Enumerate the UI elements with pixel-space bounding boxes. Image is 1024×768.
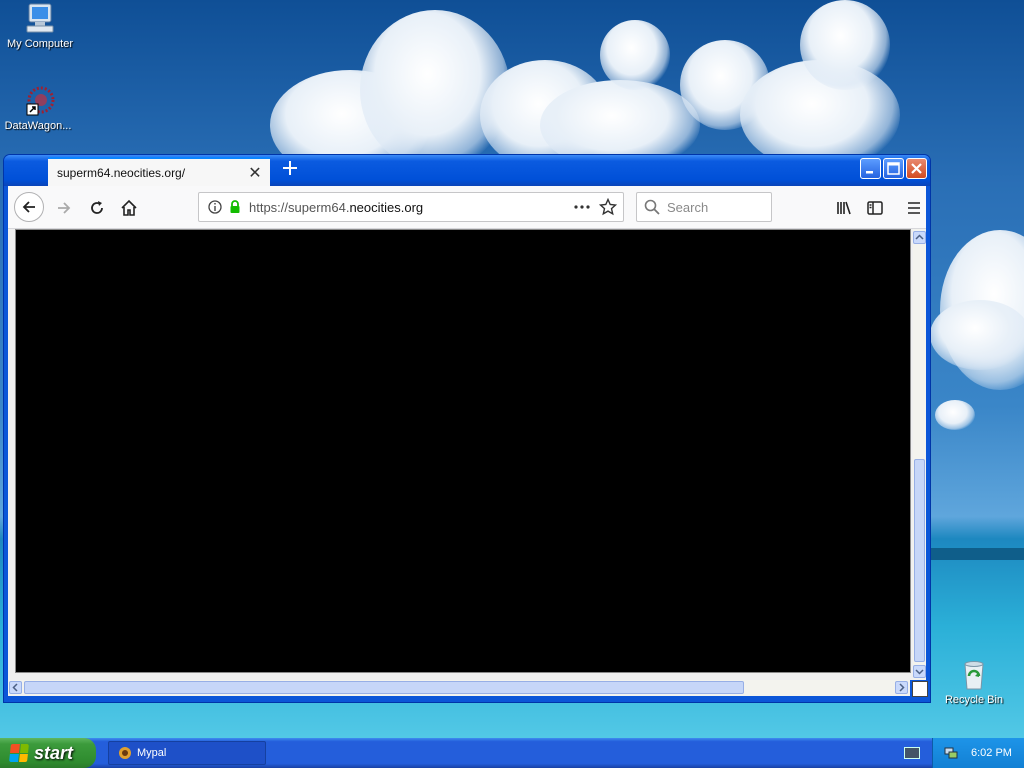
scroll-left-button[interactable]	[9, 681, 22, 694]
desktop-icon-label: DataWagon...	[4, 120, 72, 132]
back-button[interactable]	[14, 192, 44, 222]
minimize-button[interactable]	[860, 158, 881, 179]
desktop-icon-recycle-bin[interactable]: Recycle Bin	[934, 658, 1014, 706]
start-button[interactable]: start	[0, 738, 96, 768]
scroll-up-button[interactable]	[913, 231, 926, 244]
maximize-button[interactable]	[883, 158, 904, 179]
search-icon	[644, 199, 660, 215]
info-icon[interactable]	[207, 199, 223, 215]
title-bar[interactable]: superm64.neocities.org/ ✕	[4, 155, 930, 186]
chevron-down-icon	[915, 669, 924, 675]
lock-icon[interactable]	[227, 199, 243, 215]
network-icon[interactable]	[943, 745, 959, 761]
keyboard-icon[interactable]	[904, 747, 920, 759]
sidebar-icon	[867, 201, 883, 215]
desktop-icon-my-computer[interactable]: My Computer	[0, 2, 80, 50]
star-icon[interactable]	[599, 198, 617, 216]
search-bar[interactable]	[636, 192, 772, 222]
chevron-up-icon	[915, 234, 924, 240]
plus-icon	[283, 161, 297, 175]
back-arrow-icon	[22, 201, 35, 213]
page-content	[8, 229, 926, 680]
search-input[interactable]	[665, 198, 759, 216]
horizontal-scroll-thumb[interactable]	[24, 681, 744, 694]
taskbar: start Mypal 6:02 PM	[0, 738, 1024, 768]
url-text[interactable]: https://superm64.neocities.org	[249, 200, 573, 215]
chevron-right-icon	[899, 683, 905, 692]
mypal-app-icon	[119, 747, 131, 759]
taskbar-item-mypal[interactable]: Mypal	[108, 741, 266, 765]
home-button[interactable]	[115, 194, 143, 222]
minimize-icon	[866, 171, 873, 174]
forward-arrow-icon	[58, 202, 71, 214]
scroll-right-button[interactable]	[895, 681, 908, 694]
horizontal-scrollbar[interactable]	[8, 680, 910, 696]
library-icon	[837, 201, 851, 215]
close-icon	[911, 163, 922, 174]
system-tray: 6:02 PM	[932, 738, 1024, 768]
ellipsis-icon[interactable]	[573, 199, 591, 215]
vertical-scrollbar[interactable]	[913, 229, 926, 680]
library-button[interactable]	[830, 194, 858, 222]
url-domain: neocities.org	[349, 199, 424, 215]
scrollbar-corner	[912, 681, 928, 697]
start-label: start	[34, 742, 74, 763]
datawagon-shortcut-icon	[21, 84, 55, 118]
home-icon	[121, 199, 137, 216]
desktop-icon-label: My Computer	[6, 38, 74, 50]
close-button[interactable]	[906, 158, 927, 179]
url-prefix: https://superm64.	[249, 199, 350, 215]
menu-button[interactable]	[900, 194, 928, 222]
new-tab-button[interactable]	[278, 158, 302, 182]
hamburger-menu-icon	[908, 202, 920, 214]
forward-button[interactable]	[50, 194, 78, 222]
nav-toolbar: https://superm64.neocities.org	[8, 186, 926, 229]
scroll-down-button[interactable]	[913, 665, 926, 678]
my-computer-icon	[23, 2, 57, 36]
sidebar-button[interactable]	[861, 194, 889, 222]
maximize-icon	[887, 162, 900, 175]
clock[interactable]: 6:02 PM	[971, 747, 1012, 759]
tab-active[interactable]: superm64.neocities.org/ ✕	[48, 157, 270, 186]
reload-icon	[91, 201, 103, 214]
url-bar[interactable]: https://superm64.neocities.org	[198, 192, 624, 222]
vertical-scroll-thumb[interactable]	[914, 459, 925, 662]
chevron-left-icon	[12, 683, 18, 692]
tab-close-icon[interactable]: ✕	[244, 163, 266, 183]
desktop-icon-datawagon[interactable]: DataWagon...	[0, 84, 78, 132]
page-viewport-black[interactable]	[15, 229, 911, 673]
windows-logo-icon	[9, 744, 29, 762]
desktop-icon-label: Recycle Bin	[944, 694, 1004, 706]
taskbar-item-label: Mypal	[137, 747, 167, 759]
reload-button[interactable]	[83, 194, 111, 222]
tab-title: superm64.neocities.org/	[57, 165, 186, 180]
browser-window: superm64.neocities.org/ ✕ https://superm…	[4, 155, 930, 702]
recycle-bin-icon	[957, 658, 991, 692]
